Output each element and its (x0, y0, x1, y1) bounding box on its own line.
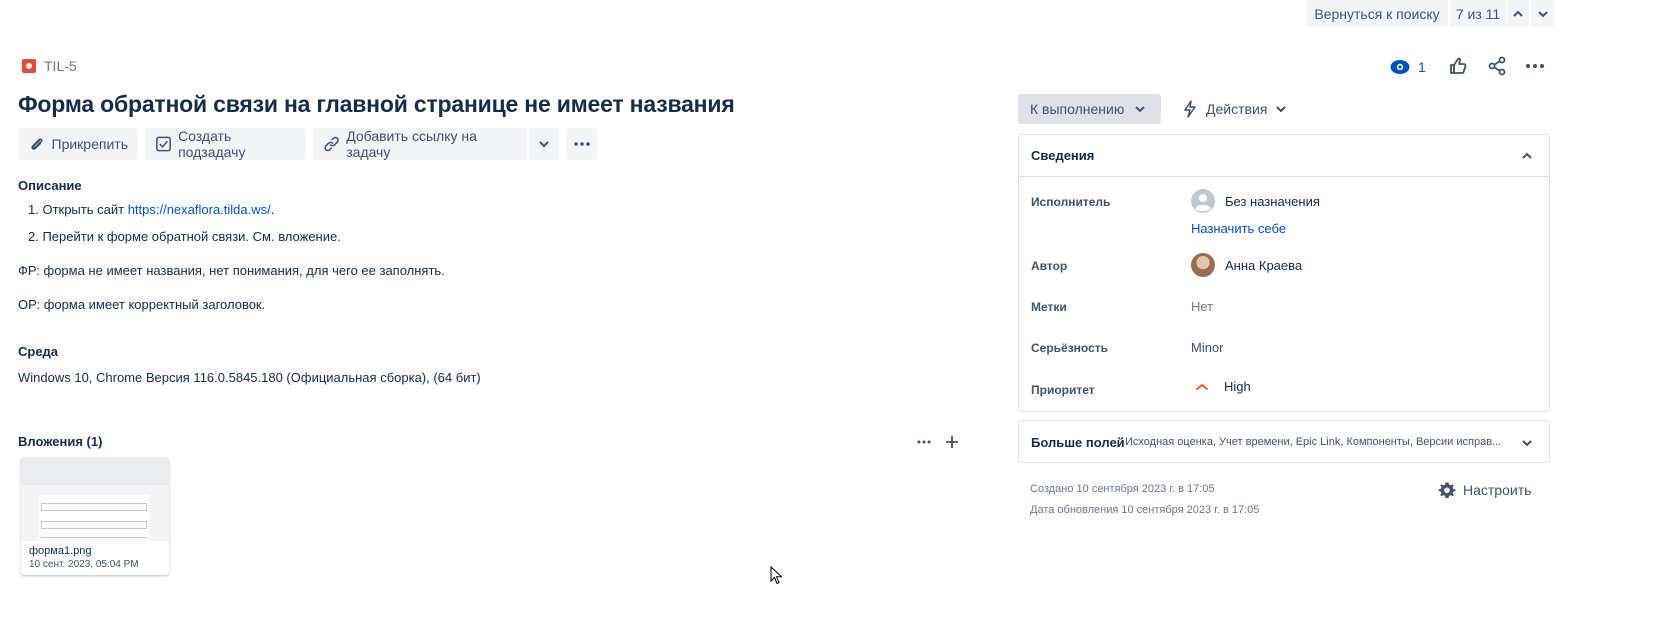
more-icon (1526, 64, 1544, 68)
step1-suffix: . (270, 202, 275, 217)
bug-icon (22, 59, 36, 73)
breadcrumb: TIL-5 (22, 58, 77, 74)
reporter-label: Автор (1031, 259, 1068, 273)
attachment-thumbnail (21, 457, 169, 541)
created-date: Создано 10 сентября 2023 г. в 17:05 (1030, 483, 1215, 495)
chevron-down-icon (539, 141, 549, 148)
description-actual-result: ФР: форма не имеет названия, нет пониман… (18, 263, 445, 278)
more-fields-heading: Больше полей (1031, 435, 1125, 450)
environment-heading: Среда (18, 344, 59, 359)
watch-count: 1 (1418, 59, 1426, 75)
chevron-up-icon (1513, 10, 1523, 17)
lightning-icon (1184, 100, 1196, 118)
assignee-label: Исполнитель (1031, 195, 1111, 209)
paperclip-icon (31, 138, 43, 150)
attachment-file-date: 10 сент. 2023, 05:04 PM (29, 559, 139, 570)
attach-button[interactable]: Прикрепить (18, 128, 138, 160)
vote-button[interactable] (1444, 52, 1472, 80)
status-label: К выполнению (1030, 101, 1125, 117)
watch-button[interactable]: 1 (1390, 56, 1426, 78)
avatar (1191, 253, 1215, 277)
site-link[interactable]: https://nexaflora.tilda.ws/ (128, 202, 271, 217)
chevron-up-icon (1522, 152, 1532, 159)
assignee-field[interactable]: Без назначения (1191, 189, 1320, 213)
severity-label: Серьёзность (1031, 341, 1109, 355)
toolbar-more-button[interactable] (566, 128, 597, 160)
priority-value: High (1224, 379, 1251, 394)
configure-label: Настроить (1463, 482, 1532, 498)
thumbs-up-icon (1450, 57, 1467, 74)
issue-counter-text: 7 из 11 (1455, 5, 1501, 22)
chevron-down-icon (1538, 10, 1548, 17)
page-title[interactable]: Форма обратной связи на главной странице… (18, 91, 735, 118)
attachment-card[interactable]: форма1.png 10 сент. 2023, 05:04 PM (21, 457, 169, 575)
priority-high-icon (1196, 383, 1208, 390)
updated-date: Дата обновления 10 сентября 2023 г. в 17… (1030, 504, 1260, 516)
more-fields-panel[interactable]: Больше полей Исходная оценка, Учет време… (1018, 420, 1550, 463)
chevron-down-icon (1135, 106, 1146, 113)
link-icon (324, 136, 339, 152)
share-icon (1488, 56, 1506, 76)
more-icon (917, 440, 931, 444)
attach-label: Прикрепить (51, 136, 128, 152)
assignee-value: Без назначения (1225, 193, 1320, 209)
subtask-icon (156, 136, 171, 152)
previous-issue-button[interactable] (1507, 0, 1529, 27)
labels-value[interactable]: Нет (1191, 299, 1213, 314)
share-button[interactable] (1483, 52, 1511, 80)
description-step-1: 1. Открыть сайт https://nexaflora.tilda.… (28, 202, 274, 217)
description-expected-result: ОР: форма имеет корректный заголовок. (18, 297, 266, 312)
details-header[interactable]: Сведения (1019, 135, 1549, 177)
reporter-value: Анна Краева (1225, 257, 1303, 273)
link-issue-dropdown-button[interactable] (529, 128, 559, 160)
actions-label: Действия (1206, 101, 1268, 117)
issue-key-link[interactable]: TIL-5 (44, 58, 77, 74)
reporter-field[interactable]: Анна Краева (1191, 253, 1302, 277)
status-button[interactable]: К выполнению (1018, 94, 1161, 124)
user-avatar-icon (1191, 189, 1215, 213)
create-subtask-label: Создать подзадачу (178, 128, 246, 160)
details-panel: Сведения Исполнитель Без назначения Назн… (1018, 134, 1550, 412)
create-subtask-button[interactable]: Создать подзадачу (145, 128, 306, 160)
attachments-heading: Вложения (1) (18, 434, 103, 449)
description-step-2: 2. Перейти к форме обратной связи. См. в… (28, 229, 341, 244)
chevron-down-icon (1522, 440, 1532, 447)
back-to-search-label: Вернуться к поиску (1314, 5, 1440, 22)
labels-label: Метки (1031, 300, 1067, 314)
environment-value: Windows 10, Chrome Версия 116.0.5845.180… (18, 370, 481, 385)
more-fields-summary: Исходная оценка, Учет времени, Epic Link… (1125, 436, 1502, 448)
configure-button[interactable]: Настроить (1438, 481, 1531, 499)
priority-field[interactable]: High (1195, 379, 1251, 394)
plus-icon (946, 436, 958, 448)
add-attachment-button[interactable] (938, 428, 966, 456)
gear-icon (1438, 482, 1456, 498)
severity-value[interactable]: Minor (1191, 340, 1224, 355)
chevron-down-icon (1276, 106, 1287, 113)
step1-prefix: 1. Открыть сайт (28, 202, 128, 217)
details-heading: Сведения (1031, 148, 1095, 163)
eye-icon (1390, 60, 1410, 74)
priority-label: Приоритет (1031, 383, 1095, 397)
back-to-search-button[interactable]: Вернуться к поиску (1306, 0, 1448, 27)
mouse-cursor-icon (770, 566, 783, 585)
link-issue-button[interactable]: Добавить ссылку на задачу (313, 128, 527, 160)
attachments-more-button[interactable] (910, 428, 938, 456)
description-heading: Описание (18, 178, 82, 193)
more-icon (573, 142, 590, 146)
issue-counter: 7 из 11 (1450, 0, 1506, 27)
link-issue-label: Добавить ссылку на задачу (346, 128, 477, 160)
attachment-file-name: форма1.png (29, 545, 92, 557)
actions-button[interactable]: Действия (1182, 94, 1287, 124)
next-issue-button[interactable] (1531, 0, 1555, 27)
assign-to-me-link[interactable]: Назначить себе (1191, 221, 1286, 236)
more-actions-button[interactable] (1521, 52, 1549, 80)
